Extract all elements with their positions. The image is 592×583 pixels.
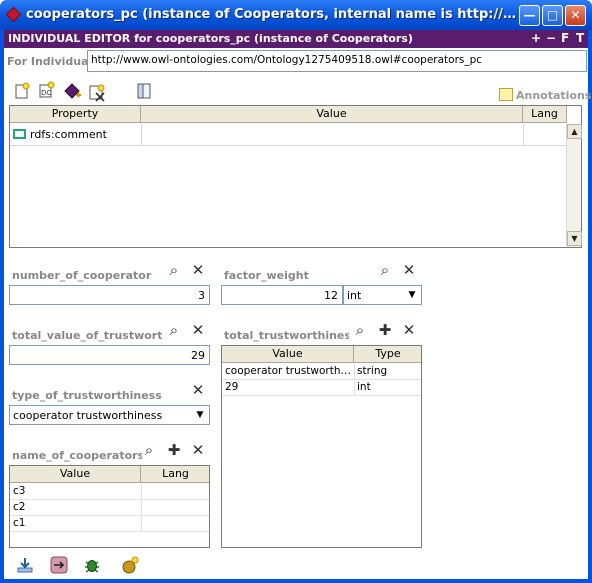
number-of-cooperators-label: number_of_cooperators	[12, 269, 152, 282]
delete-icon[interactable]: ✕	[190, 323, 206, 339]
property-name: rdfs:comment	[30, 128, 107, 141]
annotation-note-icon	[499, 88, 513, 101]
window-title: cooperators_pc (instance of Cooperators,…	[26, 7, 516, 22]
for-individual-label: For Individual:	[7, 55, 97, 68]
total-value-of-trustworthiness-label: total_value_of_trustworthiness	[12, 329, 162, 342]
new-resource-icon[interactable]	[121, 556, 139, 574]
add-individual-icon[interactable]	[64, 83, 82, 101]
delete-icon[interactable]: ✕	[401, 263, 417, 279]
minimize-button[interactable]: —	[519, 5, 540, 26]
for-individual-field[interactable]: http://www.owl-ontologies.com/Ontology12…	[87, 50, 587, 72]
factor-weight-type-select[interactable]: int ▼	[343, 285, 422, 305]
row-value: 29	[225, 381, 239, 393]
annotations-label: Annotations	[516, 89, 592, 102]
table-row[interactable]: c3	[10, 484, 209, 500]
factor-weight-type-value: int	[347, 289, 362, 302]
number-of-cooperators-field[interactable]: 3	[9, 285, 210, 305]
import-download-icon[interactable]	[16, 556, 34, 574]
header-t-control[interactable]: T	[576, 31, 584, 45]
scroll-up-icon[interactable]: ▲	[567, 124, 582, 139]
name-of-cooperators-label: name_of_cooperators	[12, 449, 142, 462]
window-client-area: INDIVIDUAL EDITOR for cooperators_pc (in…	[4, 30, 592, 579]
header-remove-control[interactable]: −	[546, 31, 556, 45]
column-divider	[141, 124, 142, 146]
property-table: Property Value Lang rdfs:comment ▲ ▼	[9, 105, 582, 248]
new-document-icon[interactable]	[13, 82, 31, 100]
total-value-of-trustworthiness-field[interactable]: 29	[9, 345, 210, 365]
lang-column-header[interactable]: Lang	[141, 466, 209, 483]
table-row[interactable]: c2	[10, 500, 209, 516]
header-f-control[interactable]: F	[561, 31, 569, 45]
delete-icon[interactable]: ✕	[401, 323, 417, 339]
delete-icon[interactable]: ✕	[190, 383, 206, 399]
table-row[interactable]: cooperator trustworthiness string	[222, 364, 421, 380]
add-icon[interactable]: ✚	[377, 323, 393, 339]
close-button[interactable]: ✕	[565, 5, 586, 26]
row-type: string	[357, 365, 388, 377]
factor-weight-field[interactable]: 12	[221, 285, 343, 305]
search-icon[interactable]: ⌕	[377, 263, 393, 279]
row-value: c2	[13, 501, 26, 513]
svg-text:DC: DC	[41, 89, 51, 97]
type-column-header[interactable]: Type	[354, 346, 421, 363]
search-icon[interactable]: ⌕	[166, 323, 182, 339]
delete-icon[interactable]: ✕	[190, 263, 206, 279]
debug-bug-icon[interactable]	[83, 556, 101, 574]
total-trustworthiness-table: Value Type cooperator trustworthiness st…	[221, 345, 422, 548]
lang-column-header[interactable]: Lang	[523, 106, 567, 123]
delete-icon[interactable]: ✕	[190, 443, 206, 459]
type-of-trustworthiness-label: type_of_trustworthiness	[12, 389, 162, 402]
table-row[interactable]: c1	[10, 516, 209, 532]
view-panel-icon[interactable]	[135, 82, 153, 100]
name-of-cooperators-table: Value Lang c3 c2 c1	[9, 465, 210, 548]
delete-document-icon[interactable]	[88, 84, 106, 102]
property-column-header[interactable]: Property	[10, 106, 141, 123]
editor-header: INDIVIDUAL EDITOR for cooperators_pc (in…	[4, 30, 588, 48]
search-icon[interactable]: ⌕	[166, 263, 182, 279]
column-divider	[354, 364, 355, 396]
add-icon[interactable]: ✚	[166, 443, 182, 459]
editor-header-title: INDIVIDUAL EDITOR for cooperators_pc (in…	[8, 32, 413, 45]
column-divider	[141, 484, 142, 532]
header-add-control[interactable]: +	[531, 31, 541, 45]
export-arrow-icon[interactable]	[50, 556, 68, 574]
row-value: c3	[13, 485, 26, 497]
table-row[interactable]: 29 int	[222, 380, 421, 396]
row-value: c1	[13, 517, 26, 529]
annotation-property-icon	[13, 129, 26, 139]
column-divider	[523, 124, 524, 146]
value-column-header[interactable]: Value	[141, 106, 523, 123]
new-datatype-document-icon[interactable]: DC	[38, 81, 56, 99]
total-trustworthiness-label: total_trustworthiness	[224, 329, 349, 342]
title-bar[interactable]: cooperators_pc (instance of Cooperators,…	[0, 0, 592, 30]
row-value: cooperator trustworthiness	[225, 365, 352, 377]
vertical-scrollbar[interactable]: ▲ ▼	[566, 124, 582, 247]
maximize-button[interactable]: □	[542, 5, 563, 26]
table-row[interactable]: rdfs:comment	[10, 124, 567, 146]
application-window: cooperators_pc (instance of Cooperators,…	[0, 0, 592, 583]
type-of-trustworthiness-value: cooperator trustworthiness	[13, 409, 163, 422]
value-column-header[interactable]: Value	[10, 466, 141, 483]
type-of-trustworthiness-select[interactable]: cooperator trustworthiness ▼	[9, 405, 210, 425]
search-icon[interactable]: ⌕	[352, 323, 368, 339]
chevron-down-icon[interactable]: ▼	[404, 287, 420, 303]
factor-weight-label: factor_weight	[224, 269, 309, 282]
scroll-down-icon[interactable]: ▼	[567, 231, 582, 246]
chevron-down-icon[interactable]: ▼	[192, 407, 208, 423]
value-column-header[interactable]: Value	[222, 346, 354, 363]
search-icon[interactable]: ⌕	[141, 443, 157, 459]
app-diamond-icon	[5, 6, 22, 23]
row-type: int	[357, 381, 371, 393]
